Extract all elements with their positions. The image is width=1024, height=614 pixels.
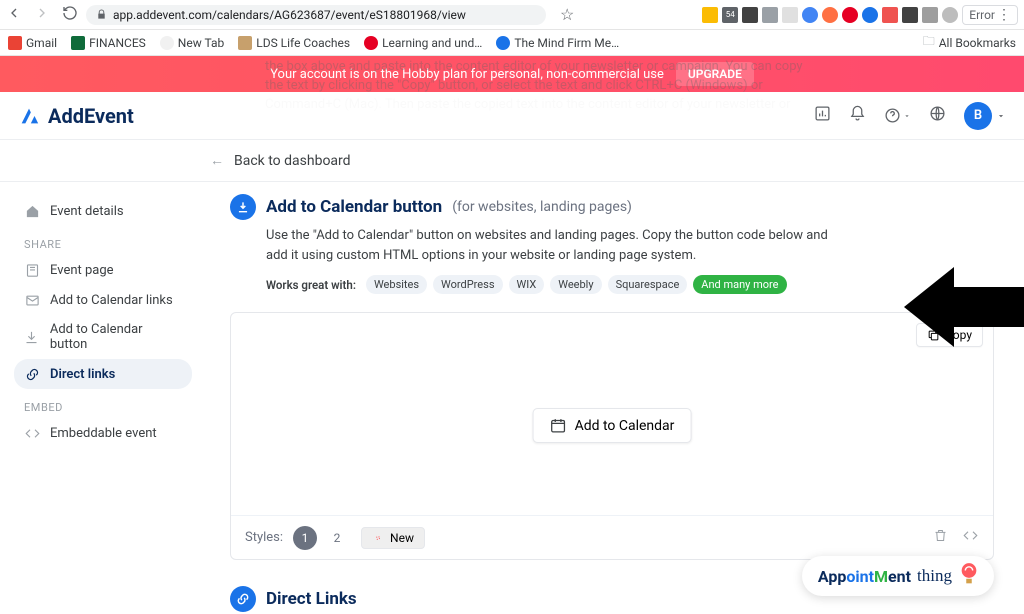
bookmarks-bar: Gmail FINANCES New Tab LDS Life Coaches … xyxy=(0,30,1024,56)
pinterest-icon xyxy=(364,36,378,50)
annotation-arrow xyxy=(904,252,1024,362)
page-icon xyxy=(24,262,40,278)
addevent-logo-icon xyxy=(18,105,40,127)
ext-icon[interactable] xyxy=(702,7,718,23)
tag-many-more[interactable]: And many more xyxy=(693,275,786,294)
sidebar-section-embed: EMBED xyxy=(14,389,192,418)
nav-reload-icon[interactable] xyxy=(62,5,78,25)
extensions-puzzle-icon[interactable] xyxy=(922,7,938,23)
sparkle-icon xyxy=(372,532,384,544)
back-arrow-icon: ← xyxy=(210,152,224,169)
section-header: Add to Calendar button (for websites, la… xyxy=(230,194,994,220)
nav-forward-icon xyxy=(34,5,50,25)
bookmark-item[interactable]: Gmail xyxy=(8,36,57,50)
folder-icon: 🗀 xyxy=(923,32,935,53)
lds-icon xyxy=(238,36,252,50)
works-with-row: Works great with: Websites WordPress WIX… xyxy=(266,275,994,294)
account-menu[interactable]: B xyxy=(964,102,1006,130)
analytics-icon[interactable] xyxy=(814,105,831,126)
style-option-1[interactable]: 1 xyxy=(293,526,317,550)
code-icon xyxy=(24,425,40,441)
bookmark-item[interactable]: The Mind Firm Me… xyxy=(496,36,619,50)
add-to-calendar-button[interactable]: Add to Calendar xyxy=(533,408,692,443)
upgrade-banner: Your account is on the Hobby plan for pe… xyxy=(0,56,1024,92)
direct-links-title: Direct Links xyxy=(266,589,357,609)
tag-weebly: Weebly xyxy=(550,275,601,294)
gmail-icon xyxy=(8,36,22,50)
appointment-thing-widget[interactable]: AppointMent thing xyxy=(802,556,994,596)
chevron-down-icon xyxy=(996,111,1006,121)
sidebar-item-calendar-links[interactable]: Add to Calendar links xyxy=(14,285,192,315)
error-button[interactable]: Error⋮ xyxy=(962,5,1018,25)
bookmark-star-icon[interactable]: ☆ xyxy=(560,5,574,24)
ext-icon[interactable] xyxy=(742,7,758,23)
link-circle-icon xyxy=(230,586,256,612)
mail-icon xyxy=(24,292,40,308)
newtab-icon xyxy=(160,36,174,50)
bookmark-item[interactable]: FINANCES xyxy=(71,36,146,50)
tag-wix: WIX xyxy=(509,275,545,294)
new-style-button[interactable]: New xyxy=(361,527,425,549)
tag-squarespace: Squarespace xyxy=(608,275,688,294)
section-subtitle: (for websites, landing pages) xyxy=(452,199,632,215)
download-circle-icon xyxy=(230,194,256,220)
profile-icon[interactable] xyxy=(942,7,958,23)
link-icon xyxy=(24,366,40,382)
ext-icon[interactable] xyxy=(762,7,778,23)
trash-icon[interactable] xyxy=(933,528,948,547)
lock-icon xyxy=(96,9,107,20)
brand-logo[interactable]: AddEvent xyxy=(18,104,134,128)
sidebar-item-event-details[interactable]: Event details xyxy=(14,196,192,226)
address-bar[interactable]: app.addevent.com/calendars/AG623687/even… xyxy=(86,5,546,25)
sidebar: Event details SHARE Event page Add to Ca… xyxy=(0,182,200,614)
home-icon xyxy=(24,203,40,219)
back-label: Back to dashboard xyxy=(234,153,351,169)
ext-icon[interactable] xyxy=(902,7,918,23)
avatar: B xyxy=(964,102,992,130)
section-title: Add to Calendar button xyxy=(266,197,442,217)
download-icon xyxy=(24,329,40,345)
help-icon[interactable] xyxy=(884,107,911,124)
nav-back-icon[interactable] xyxy=(6,5,22,25)
browser-toolbar: app.addevent.com/calendars/AG623687/even… xyxy=(0,0,1024,30)
ext-icon[interactable] xyxy=(882,7,898,23)
balloon-icon xyxy=(958,562,980,590)
bell-icon[interactable] xyxy=(849,105,866,126)
preview-box: Copy Add to Calendar Styles: 1 2 New xyxy=(230,312,994,560)
section-description: Use the "Add to Calendar" button on webs… xyxy=(266,226,846,265)
sidebar-item-direct-links[interactable]: Direct links xyxy=(14,359,192,389)
main-content: Add to Calendar button (for websites, la… xyxy=(200,182,1024,614)
sidebar-item-embeddable[interactable]: Embeddable event xyxy=(14,418,192,448)
finances-icon xyxy=(71,36,85,50)
ext-icon[interactable] xyxy=(842,7,858,23)
ext-icon[interactable]: 54 xyxy=(722,7,738,23)
calendar-icon xyxy=(550,417,567,434)
extensions-tray: 54 Error⋮ xyxy=(702,5,1018,25)
styles-row: Styles: 1 2 New xyxy=(231,515,993,559)
app-header: AddEvent B xyxy=(0,92,1024,140)
tag-websites: Websites xyxy=(366,275,427,294)
upgrade-button[interactable]: UPGRADE xyxy=(676,62,754,86)
banner-text: Your account is on the Hobby plan for pe… xyxy=(270,67,664,82)
url-text: app.addevent.com/calendars/AG623687/even… xyxy=(113,8,466,22)
code-toggle-icon[interactable] xyxy=(962,528,979,547)
ext-icon[interactable] xyxy=(862,7,878,23)
bookmark-item[interactable]: LDS Life Coaches xyxy=(238,36,350,50)
sidebar-item-event-page[interactable]: Event page xyxy=(14,255,192,285)
all-bookmarks[interactable]: 🗀All Bookmarks xyxy=(923,32,1016,53)
style-option-2[interactable]: 2 xyxy=(325,526,349,550)
bookmark-item[interactable]: New Tab xyxy=(160,36,224,50)
ext-icon[interactable] xyxy=(822,7,838,23)
tag-wordpress: WordPress xyxy=(433,275,502,294)
bookmark-item[interactable]: Learning and und… xyxy=(364,36,482,50)
globe-icon[interactable] xyxy=(929,105,946,126)
back-bar[interactable]: ← Back to dashboard xyxy=(0,140,1024,182)
mindfirm-icon xyxy=(496,36,510,50)
ext-icon[interactable] xyxy=(802,7,818,23)
sidebar-item-calendar-button[interactable]: Add to Calendar button xyxy=(14,315,192,359)
sidebar-section-share: SHARE xyxy=(14,226,192,255)
ext-icon[interactable] xyxy=(782,7,798,23)
